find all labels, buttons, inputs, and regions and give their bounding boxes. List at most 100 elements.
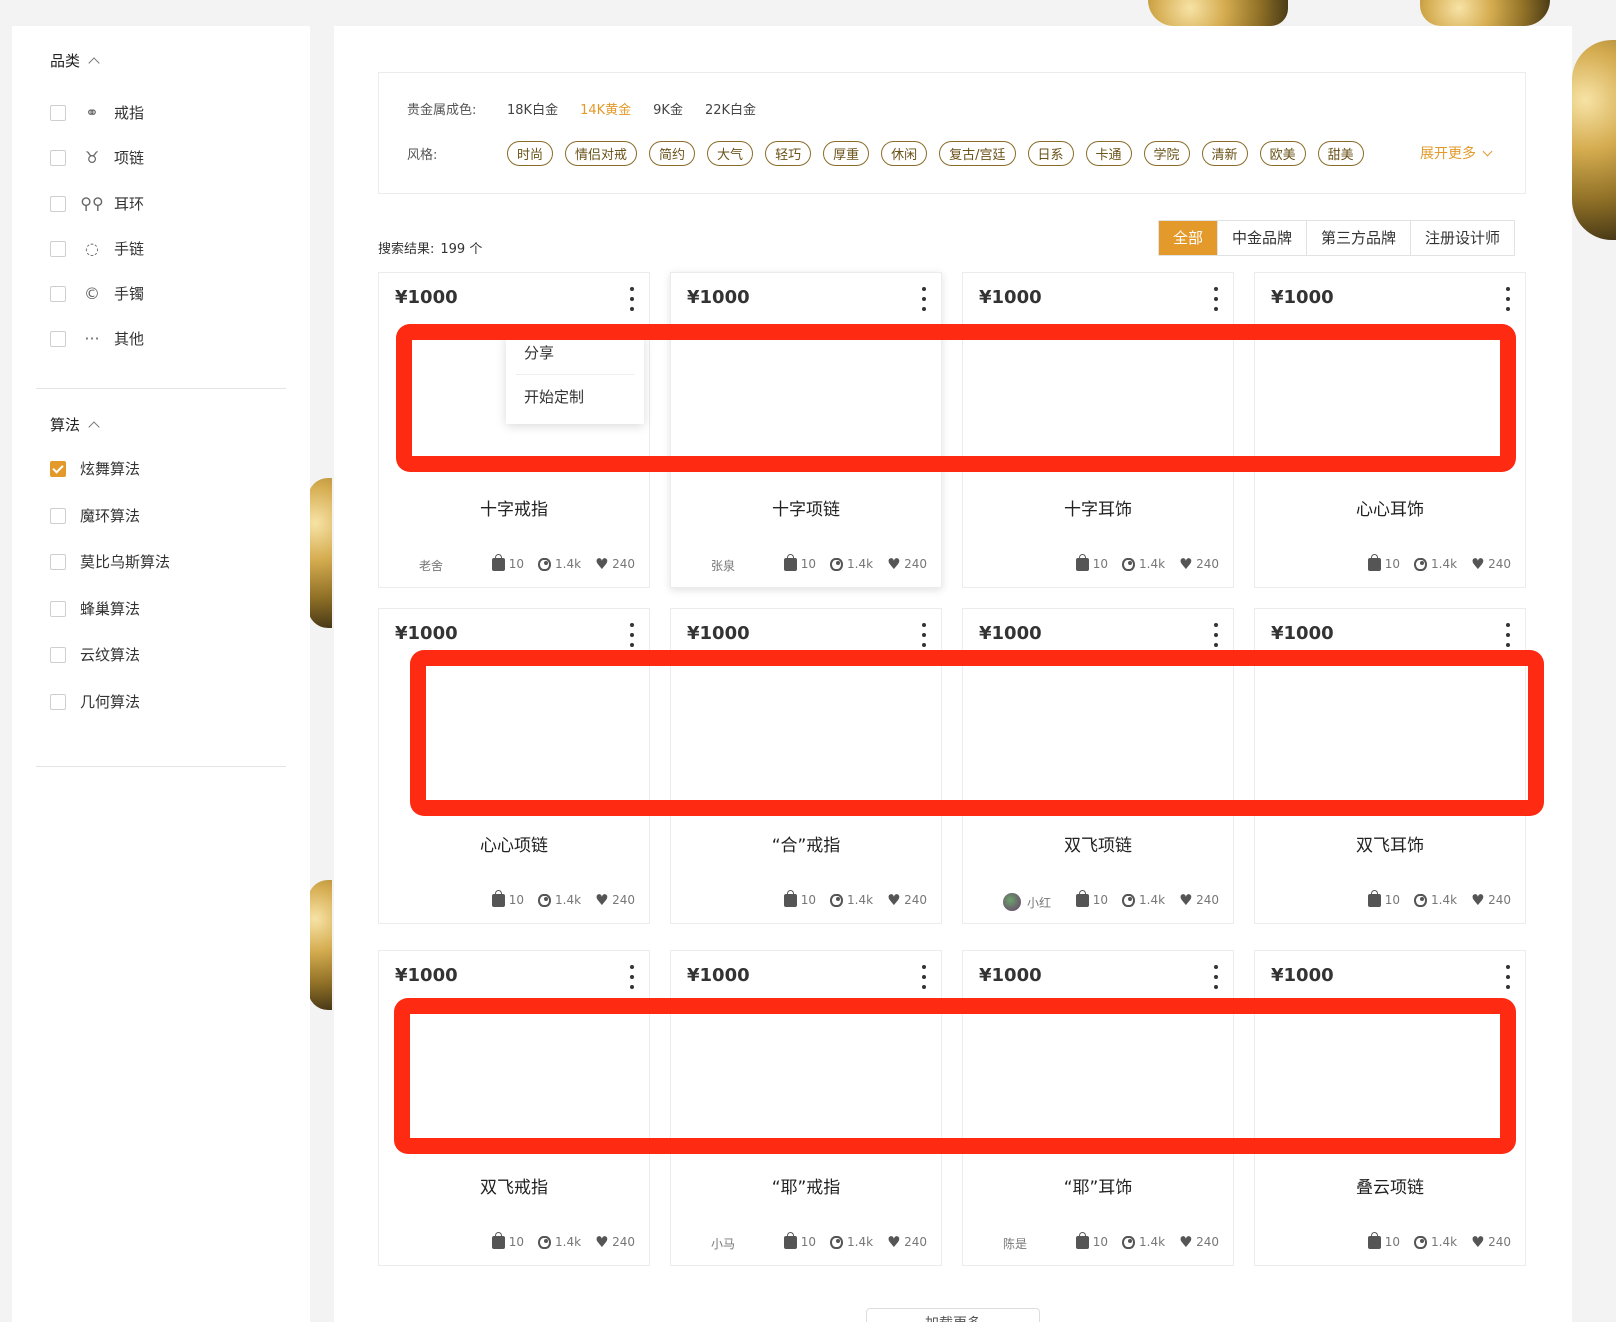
product-name[interactable]: “合”戒指 [671,831,941,856]
author[interactable]: 张泉 [711,557,735,574]
algorithm-item[interactable]: 魔环算法 [50,505,140,526]
category-item-bangle[interactable]: © 手镯 [50,283,144,304]
more-vertical-icon[interactable] [1505,965,1511,989]
menu-item-share[interactable]: 分享 [524,342,554,363]
algorithm-item[interactable]: 炫舞算法 [50,458,140,479]
author[interactable]: 小红 [1003,893,1051,911]
category-item-ring[interactable]: ⚭ 戒指 [50,102,144,123]
heart-icon[interactable]: ♥ [1471,556,1484,571]
category-section-header[interactable]: 品类 [50,50,100,71]
author[interactable]: 小马 [711,1235,735,1252]
more-vertical-icon[interactable] [921,287,927,311]
more-vertical-icon[interactable] [921,965,927,989]
algorithm-item[interactable]: 几何算法 [50,691,140,712]
heart-icon[interactable]: ♥ [1179,1234,1192,1249]
checkbox[interactable] [50,600,66,617]
tab-zhongjin-brand[interactable]: 中金品牌 [1217,221,1306,255]
product-card[interactable]: ¥1000 双飞项链 小红 10 1.4k ♥ 240 [962,608,1234,924]
product-name[interactable]: 十字戒指 [379,495,649,520]
algorithm-item[interactable]: 云纹算法 [50,644,140,665]
style-tag[interactable]: 大气 [707,141,754,166]
algorithm-section-header[interactable]: 算法 [50,414,100,435]
algorithm-item[interactable]: 蜂巢算法 [50,598,140,619]
product-card[interactable]: ¥1000 叠云项链 10 1.4k ♥ 240 [1254,950,1526,1266]
product-name[interactable]: 心心耳饰 [1255,495,1525,520]
metal-option[interactable]: 18K白金 [507,99,558,118]
product-card[interactable]: ¥1000 心心项链 10 1.4k ♥ 240 [378,608,650,924]
style-tag[interactable]: 日系 [1027,141,1074,166]
style-tag[interactable]: 厚重 [823,141,870,166]
category-item-necklace[interactable]: ♉ 项链 [50,147,144,168]
heart-icon[interactable]: ♥ [1179,556,1192,571]
checkbox[interactable] [50,693,66,710]
product-name[interactable]: 心心项链 [379,831,649,856]
style-tag[interactable]: 学院 [1143,141,1190,166]
more-vertical-icon[interactable] [1505,623,1511,647]
heart-icon[interactable]: ♥ [1471,1234,1484,1249]
more-vertical-icon[interactable] [1505,287,1511,311]
more-vertical-icon[interactable] [1213,965,1219,989]
product-card[interactable]: ¥1000 双飞戒指 10 1.4k ♥ 240 [378,950,650,1266]
heart-icon[interactable]: ♥ [887,892,900,907]
style-tag[interactable]: 欧美 [1259,141,1306,166]
tab-registered-designer[interactable]: 注册设计师 [1410,221,1514,255]
style-tag[interactable]: 卡通 [1085,141,1132,166]
more-vertical-icon[interactable] [629,965,635,989]
style-tag[interactable]: 情侣对戒 [565,141,638,166]
metal-option-active[interactable]: 14K黄金 [580,99,631,118]
load-more-button[interactable]: 加载更多 [866,1308,1040,1322]
product-card[interactable]: ¥1000 十字项链 张泉 10 1.4k ♥ 240 [670,272,942,588]
heart-icon[interactable]: ♥ [595,556,608,571]
style-tag[interactable]: 简约 [649,141,696,166]
tab-third-party-brand[interactable]: 第三方品牌 [1306,221,1410,255]
product-name[interactable]: 双飞耳饰 [1255,831,1525,856]
checkbox[interactable] [50,149,66,166]
heart-icon[interactable]: ♥ [887,1234,900,1249]
style-tag[interactable]: 休闲 [881,141,928,166]
category-item-earring[interactable]: ⚲⚲ 耳环 [50,193,144,214]
tab-all[interactable]: 全部 [1159,221,1218,255]
product-card[interactable]: ¥1000 双飞耳饰 10 1.4k ♥ 240 [1254,608,1526,924]
more-vertical-icon[interactable] [1213,287,1219,311]
checkbox[interactable] [50,285,66,302]
expand-more-button[interactable]: 展开更多 [1420,143,1493,163]
product-card[interactable]: ¥1000 十字耳饰 10 1.4k ♥ 240 [962,272,1234,588]
heart-icon[interactable]: ♥ [1471,892,1484,907]
author[interactable]: 陈是 [1003,1235,1027,1252]
product-name[interactable]: “耶”耳饰 [963,1173,1233,1198]
checkbox[interactable] [50,646,66,663]
product-card[interactable]: ¥1000 十字戒指 老舍 10 1.4k ♥ 240 [378,272,650,588]
heart-icon[interactable]: ♥ [595,1234,608,1249]
product-name[interactable]: 叠云项链 [1255,1173,1525,1198]
style-tag[interactable]: 清新 [1201,141,1248,166]
checkbox[interactable] [50,240,66,257]
style-tag[interactable]: 复古/宫廷 [939,141,1016,166]
checkbox[interactable] [50,553,66,570]
style-tag[interactable]: 轻巧 [765,141,812,166]
product-name[interactable]: 双飞戒指 [379,1173,649,1198]
checkbox[interactable] [50,507,66,524]
metal-option[interactable]: 22K白金 [705,99,756,118]
style-tag[interactable]: 甜美 [1317,141,1364,166]
product-name[interactable]: 双飞项链 [963,831,1233,856]
more-vertical-icon[interactable] [629,287,635,311]
product-name[interactable]: 十字耳饰 [963,495,1233,520]
metal-option[interactable]: 9K金 [653,99,683,118]
more-vertical-icon[interactable] [921,623,927,647]
more-vertical-icon[interactable] [1213,623,1219,647]
product-name[interactable]: 十字项链 [671,495,941,520]
checkbox[interactable] [50,330,66,347]
product-card[interactable]: ¥1000 “合”戒指 10 1.4k ♥ 240 [670,608,942,924]
product-card[interactable]: ¥1000 心心耳饰 10 1.4k ♥ 240 [1254,272,1526,588]
menu-item-start-customize[interactable]: 开始定制 [524,386,584,407]
checkbox[interactable] [50,104,66,121]
category-item-other[interactable]: ··· 其他 [50,328,144,349]
checkbox[interactable] [50,195,66,212]
heart-icon[interactable]: ♥ [595,892,608,907]
author[interactable]: 老舍 [419,557,443,574]
checkbox-checked[interactable] [50,460,66,477]
algorithm-item[interactable]: 莫比乌斯算法 [50,551,170,572]
style-tag[interactable]: 时尚 [507,141,554,166]
heart-icon[interactable]: ♥ [1179,892,1192,907]
product-card[interactable]: ¥1000 “耶”戒指 小马 10 1.4k ♥ 240 [670,950,942,1266]
